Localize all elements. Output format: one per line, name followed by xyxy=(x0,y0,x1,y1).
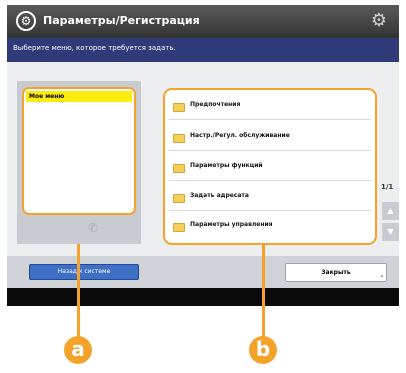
callout-a-badge: a xyxy=(64,336,92,364)
scroll-up-button[interactable]: ▲ xyxy=(382,202,399,220)
scroll-down-button[interactable]: ▼ xyxy=(382,223,399,241)
corner-icon: ⌟ xyxy=(380,271,383,278)
title-bar: ⚙ Параметры/Регистрация ⚙ xyxy=(7,5,399,38)
list-item[interactable]: Настр./Регул. обслуживание xyxy=(169,124,371,151)
back-to-system-button[interactable]: Назад к системе xyxy=(29,264,139,280)
folder-icon xyxy=(173,194,185,203)
list-item-label: Параметры управления xyxy=(190,221,273,228)
page-title: Параметры/Регистрация xyxy=(43,14,200,27)
settings-circle-icon: ⚙ xyxy=(16,11,36,31)
callout-b-badge: b xyxy=(249,336,277,364)
callout-b-line xyxy=(262,244,265,338)
list-item[interactable]: Предпочтения xyxy=(169,93,371,120)
list-item[interactable]: Задать адресата xyxy=(169,184,371,211)
my-menu-item[interactable]: Мое меню xyxy=(26,91,132,102)
close-button[interactable]: Закрыть ⌟ xyxy=(285,263,387,282)
page-indicator: 1/1 xyxy=(381,183,394,191)
instruction-text: Выберите меню, которое требуется задать. xyxy=(13,44,176,52)
footer-bar: Назад к системе Закрыть ⌟ xyxy=(7,256,399,288)
folder-icon xyxy=(173,103,185,112)
close-button-label: Закрыть xyxy=(321,269,351,276)
status-bar xyxy=(7,288,399,306)
gear-icon[interactable]: ⚙ xyxy=(371,11,387,31)
settings-menu-list: Предпочтения Настр./Регул. обслуживание … xyxy=(163,88,377,245)
list-item-label: Предпочтения xyxy=(190,101,241,108)
list-item[interactable]: Параметры управления xyxy=(169,213,371,239)
list-item-label: Настр./Регул. обслуживание xyxy=(190,132,290,139)
list-item-label: Параметры функций xyxy=(190,162,263,169)
my-menu-list[interactable]: Мое меню xyxy=(22,87,136,215)
list-item-label: Задать адресата xyxy=(190,192,249,199)
left-scroll-icon[interactable]: ✆ xyxy=(83,218,103,238)
instruction-bar: Выберите меню, которое требуется задать. xyxy=(7,38,399,62)
settings-screen: ⚙ Параметры/Регистрация ⚙ Выберите меню,… xyxy=(7,5,399,306)
folder-icon xyxy=(173,164,185,173)
folder-icon xyxy=(173,223,185,232)
folder-icon xyxy=(173,134,185,143)
list-item[interactable]: Параметры функций xyxy=(169,154,371,181)
callout-a-line xyxy=(77,244,80,338)
